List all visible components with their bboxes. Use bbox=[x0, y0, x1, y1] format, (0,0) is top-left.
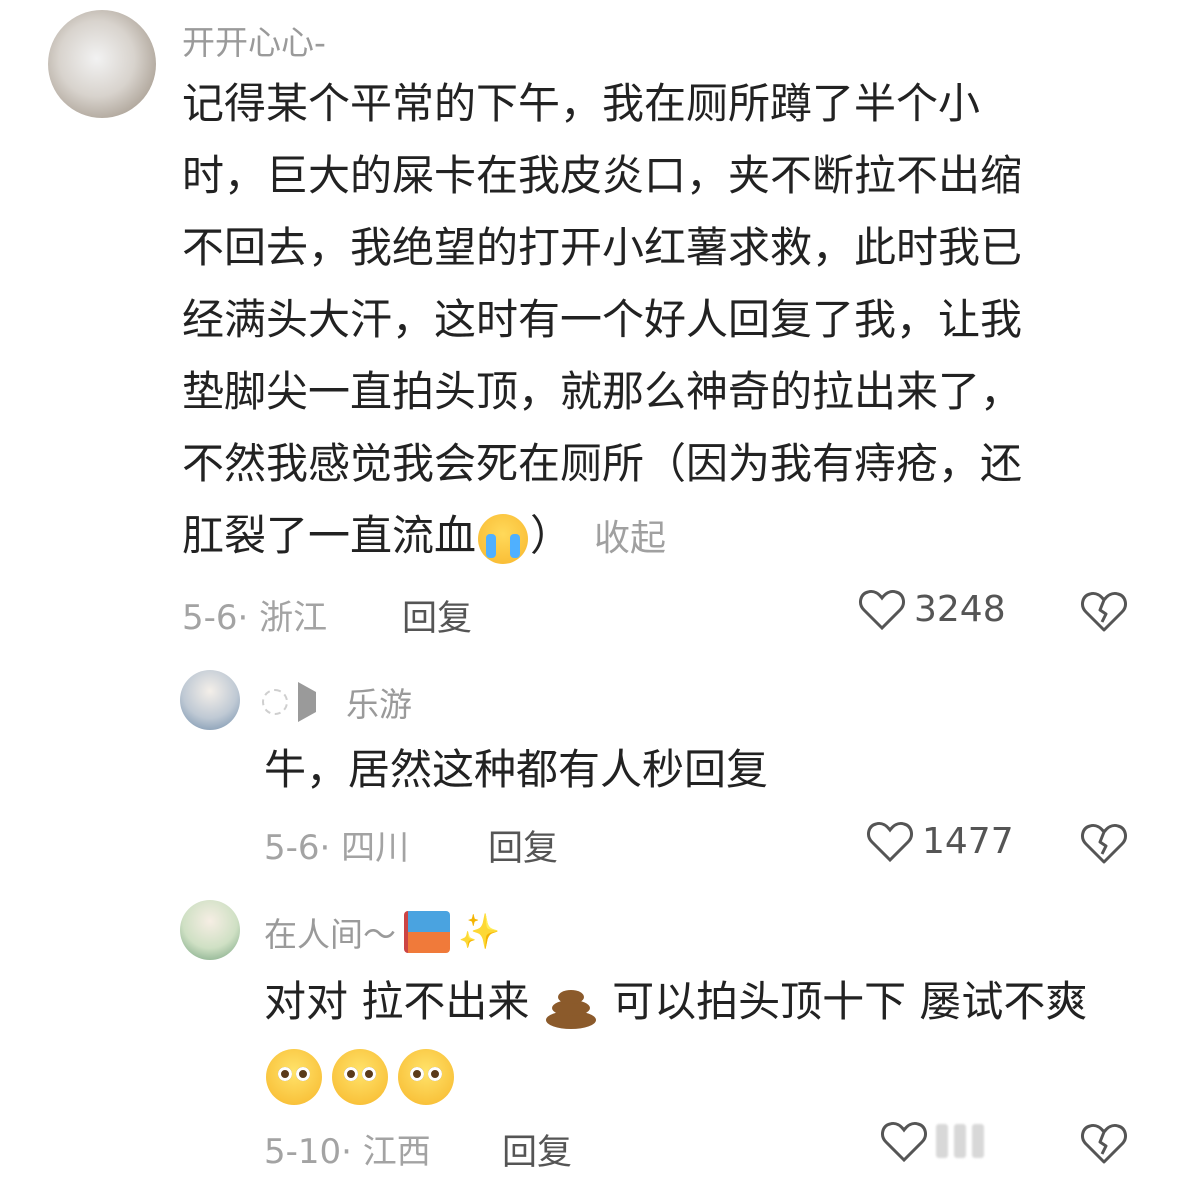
comment-line-2: 时，巨大的屎卡在我皮炎口，夹不断拉不出缩 bbox=[182, 151, 1023, 200]
reply-2-username[interactable]: 在人间～ ✨ bbox=[264, 908, 500, 956]
poop-icon bbox=[545, 981, 597, 1029]
comment-meta: 5-6· 浙江 bbox=[182, 598, 328, 638]
pleading-face-icon bbox=[398, 1048, 454, 1105]
reply-arrow-icon bbox=[298, 682, 336, 722]
comment-username[interactable]: 开开心心- bbox=[182, 16, 326, 64]
heart-outline-icon bbox=[880, 1118, 928, 1164]
comment-line-7: 肛裂了一直流血 ） 收起 bbox=[182, 500, 1102, 575]
reply-1-username-text: 乐游 bbox=[346, 685, 412, 724]
carp-streamer-icon bbox=[404, 911, 450, 953]
reply-1-like-button[interactable]: 1477 bbox=[866, 818, 1014, 864]
sparkles-icon: ✨ bbox=[458, 912, 501, 952]
reply-2-reply-button[interactable]: 回复 bbox=[502, 1124, 572, 1175]
comment-line-1: 记得某个平常的下午，我在厕所蹲了半个小 bbox=[182, 79, 981, 128]
reply-2-text-part-1: 对对 拉不出来 bbox=[264, 977, 530, 1026]
reply-1-reply-button[interactable]: 回复 bbox=[488, 820, 558, 871]
like-count: 3248 bbox=[914, 588, 1006, 630]
comment-line-7-text: 肛裂了一直流血 bbox=[182, 511, 477, 560]
broken-heart-icon bbox=[1080, 588, 1128, 634]
reply-2-like-button[interactable] bbox=[880, 1118, 984, 1164]
reply-2-line-2 bbox=[264, 1038, 1144, 1110]
broken-heart-icon bbox=[1080, 820, 1128, 866]
reply-2-dislike-button[interactable] bbox=[1080, 1120, 1128, 1166]
comment-line-4: 经满头大汗，这时有一个好人回复了我，让我 bbox=[182, 295, 1023, 344]
comment-line-5: 垫脚尖一直拍头顶，就那么神奇的拉出来了， bbox=[182, 367, 1023, 416]
avatar-main[interactable] bbox=[48, 10, 156, 118]
reply-2-content: 对对 拉不出来 可以拍头顶十下 屡试不爽 bbox=[264, 966, 1144, 1110]
reply-2-username-text: 在人间～ bbox=[264, 915, 396, 954]
comment-content: 记得某个平常的下午，我在厕所蹲了半个小 时，巨大的屎卡在我皮炎口，夹不断拉不出缩… bbox=[182, 68, 1102, 575]
reply-1-line: 牛，居然这种都有人秒回复 bbox=[264, 745, 769, 794]
like-button[interactable]: 3248 bbox=[858, 586, 1006, 632]
reply-1-username[interactable]: 乐游 bbox=[262, 678, 412, 726]
pleading-face-icon bbox=[266, 1048, 322, 1105]
blank-profile-icon bbox=[262, 689, 288, 715]
crying-face-icon bbox=[478, 513, 529, 564]
reply-2-like-count-blurred bbox=[936, 1124, 984, 1158]
heart-outline-icon bbox=[866, 818, 914, 864]
comment-line-6: 不然我感觉我会死在厕所（因为我有痔疮，还 bbox=[182, 439, 1023, 488]
avatar-reply-2[interactable] bbox=[180, 900, 240, 960]
reply-2-line-1: 对对 拉不出来 可以拍头顶十下 屡试不爽 bbox=[264, 966, 1144, 1038]
broken-heart-icon bbox=[1080, 1120, 1128, 1166]
reply-2-text-part-2: 可以拍头顶十下 屡试不爽 bbox=[612, 977, 1088, 1026]
heart-outline-icon bbox=[858, 586, 906, 632]
dislike-button[interactable] bbox=[1080, 588, 1128, 634]
reply-2-meta: 5-10· 江西 bbox=[264, 1132, 431, 1172]
reply-1-content: 牛，居然这种都有人秒回复 bbox=[264, 734, 1124, 806]
reply-button[interactable]: 回复 bbox=[402, 590, 472, 641]
reply-1-like-count: 1477 bbox=[922, 820, 1014, 862]
reply-1-dislike-button[interactable] bbox=[1080, 820, 1128, 866]
reply-1-meta: 5-6· 四川 bbox=[264, 828, 410, 868]
pleading-face-icon bbox=[332, 1048, 388, 1105]
collapse-button[interactable]: 收起 bbox=[594, 518, 666, 559]
avatar-reply-1[interactable] bbox=[180, 670, 240, 730]
comment-line-7-end: ） bbox=[530, 511, 573, 560]
comment-line-3: 不回去，我绝望的打开小红薯求救，此时我已 bbox=[182, 223, 1023, 272]
